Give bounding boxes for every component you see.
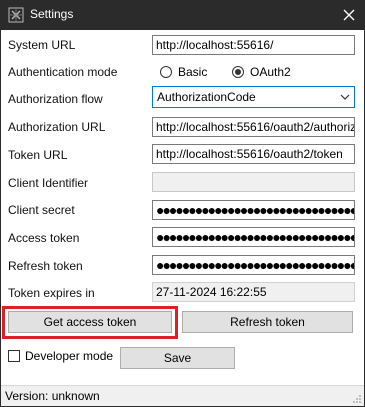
system-url-label: System URL	[8, 38, 76, 52]
auth-flow-label: Authorization flow	[8, 92, 103, 106]
token-expires-value: 27-11-2024 16:22:55	[152, 282, 355, 302]
authorization-url-input[interactable]: http://localhost:55616/oauth2/authorize	[152, 117, 355, 137]
settings-form: System URL http://localhost:55616/ Authe…	[1, 30, 364, 385]
chevron-down-icon	[340, 94, 350, 100]
client-identifier-input[interactable]	[152, 172, 355, 192]
client-secret-input[interactable]: ●●●●●●●●●●●●●●●●●●●●●●●●●●●●●●●●●●●	[152, 200, 355, 220]
radio-oauth2-label: OAuth2	[250, 65, 291, 79]
auth-flow-value: AuthorizationCode	[157, 90, 256, 104]
auth-flow-select[interactable]: AuthorizationCode	[152, 86, 355, 108]
radio-basic-indicator	[160, 66, 172, 78]
client-identifier-label: Client Identifier	[8, 176, 89, 190]
access-token-input[interactable]: ●●●●●●●●●●●●●●●●●●●●●●●●●●●●●●●●●●●	[152, 227, 355, 247]
refresh-token-button[interactable]: Refresh token	[182, 311, 353, 333]
auth-mode-label: Authentication mode	[8, 65, 118, 79]
get-access-token-button[interactable]: Get access token	[8, 311, 172, 333]
window-title: Settings	[30, 7, 74, 21]
refresh-token-input[interactable]: ●●●●●●●●●●●●●●●●●●●●●●●●●●●●●●●●●●●	[152, 255, 355, 275]
developer-mode-checkbox[interactable]: Developer mode	[8, 349, 113, 363]
authorization-url-label: Authorization URL	[8, 120, 106, 134]
token-url-label: Token URL	[8, 148, 68, 162]
title-bar[interactable]: Settings	[0, 0, 365, 30]
token-expires-label: Token expires in	[8, 286, 95, 300]
developer-mode-label: Developer mode	[25, 349, 114, 363]
close-button[interactable]	[333, 0, 365, 30]
developer-mode-box	[8, 350, 20, 362]
status-bar: Version: unknown	[1, 385, 364, 406]
radio-oauth2-indicator	[232, 66, 244, 78]
settings-window: Settings System URL http://localhost:556…	[0, 0, 365, 407]
refresh-token-label: Refresh token	[8, 259, 83, 273]
token-url-input[interactable]: http://localhost:55616/oauth2/token	[152, 144, 355, 164]
version-status: Version: unknown	[5, 389, 100, 403]
app-icon	[8, 7, 24, 23]
resize-grip-icon[interactable]	[352, 394, 362, 404]
radio-oauth2[interactable]: OAuth2	[232, 65, 291, 79]
access-token-label: Access token	[8, 231, 80, 245]
system-url-input[interactable]: http://localhost:55616/	[152, 35, 355, 55]
client-secret-label: Client secret	[8, 203, 75, 217]
save-button[interactable]: Save	[120, 347, 235, 369]
close-icon	[343, 9, 355, 21]
radio-basic[interactable]: Basic	[160, 65, 207, 79]
radio-basic-label: Basic	[178, 65, 208, 79]
